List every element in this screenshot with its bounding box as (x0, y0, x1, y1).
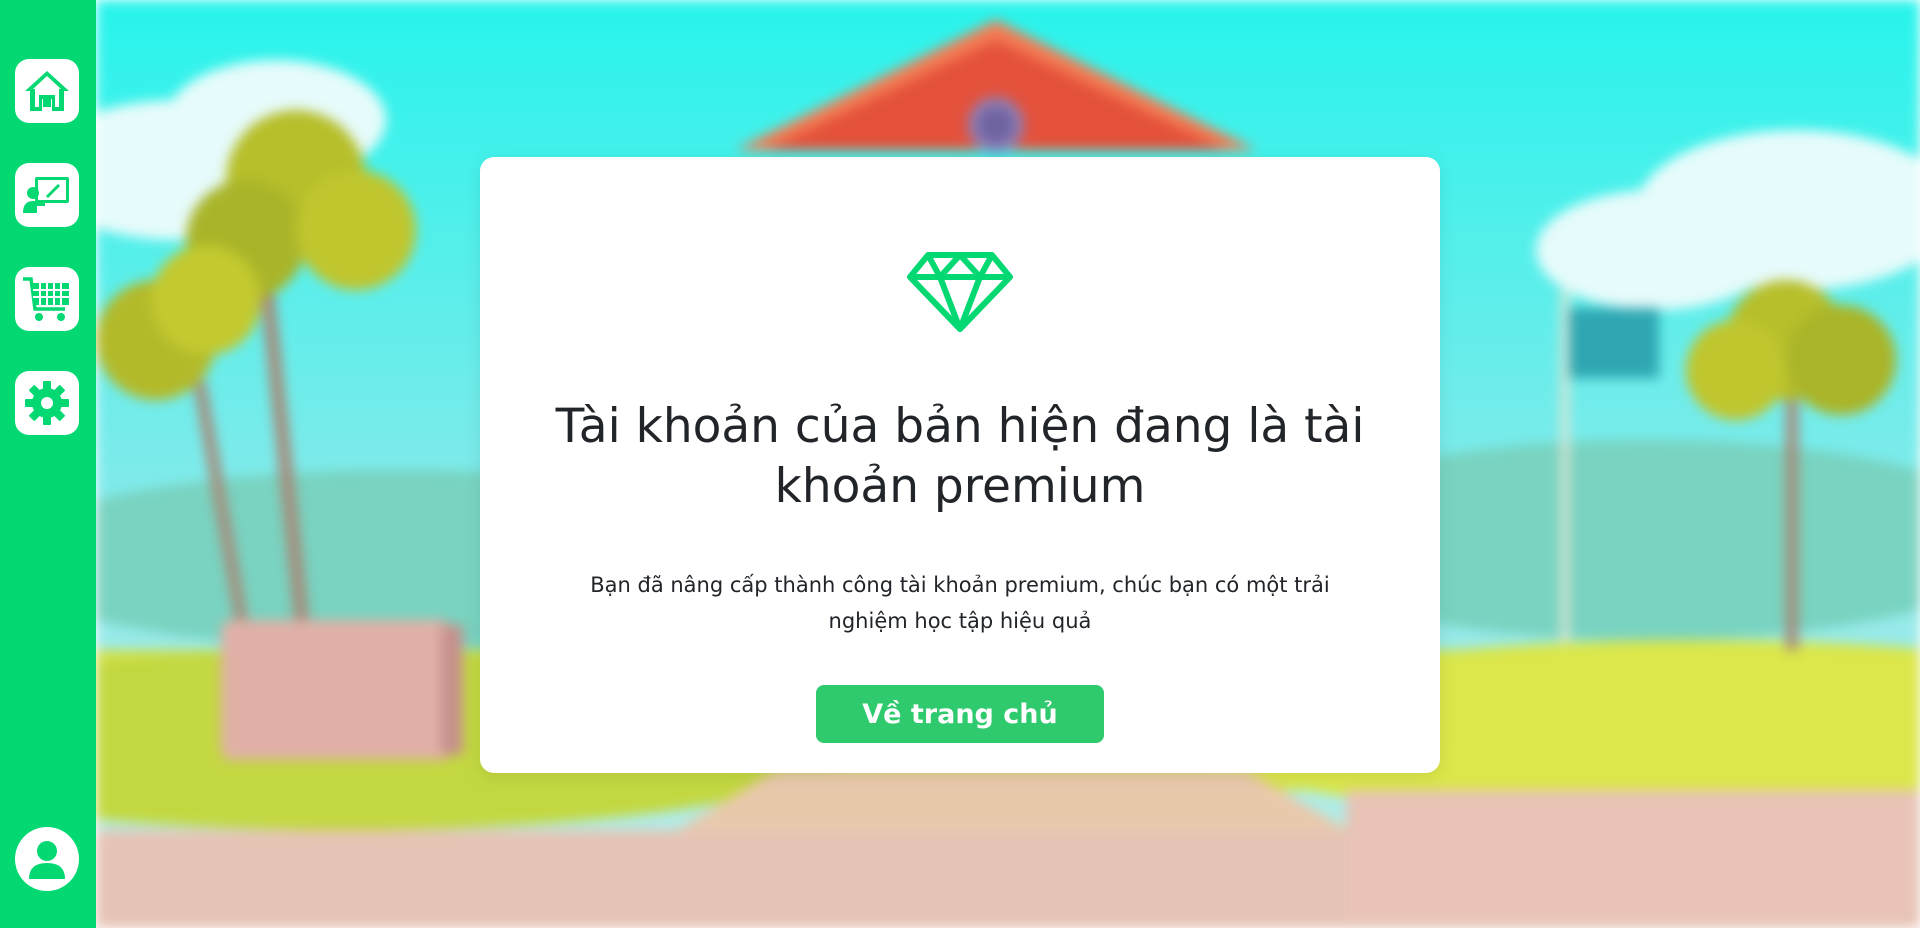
sidebar (0, 0, 96, 928)
profile-button[interactable] (15, 827, 79, 891)
modal-title: Tài khoản của bản hiện đang là tài khoản… (555, 399, 1365, 514)
sidebar-item-shop[interactable] (15, 267, 79, 331)
sidebar-item-classroom[interactable] (15, 163, 79, 227)
home-icon (25, 71, 69, 111)
user-icon (29, 841, 65, 879)
classroom-icon (23, 177, 69, 213)
sidebar-item-home[interactable] (15, 59, 79, 123)
go-home-button[interactable]: Về trang chủ (816, 685, 1104, 743)
shop-cart-icon (23, 277, 69, 321)
gear-icon (25, 381, 69, 425)
premium-status-card: Tài khoản của bản hiện đang là tài khoản… (480, 157, 1440, 773)
modal-description: Bạn đã nâng cấp thành công tài khoản pre… (590, 573, 1330, 633)
diamond-icon (907, 252, 1013, 332)
sidebar-item-settings[interactable] (15, 371, 79, 435)
